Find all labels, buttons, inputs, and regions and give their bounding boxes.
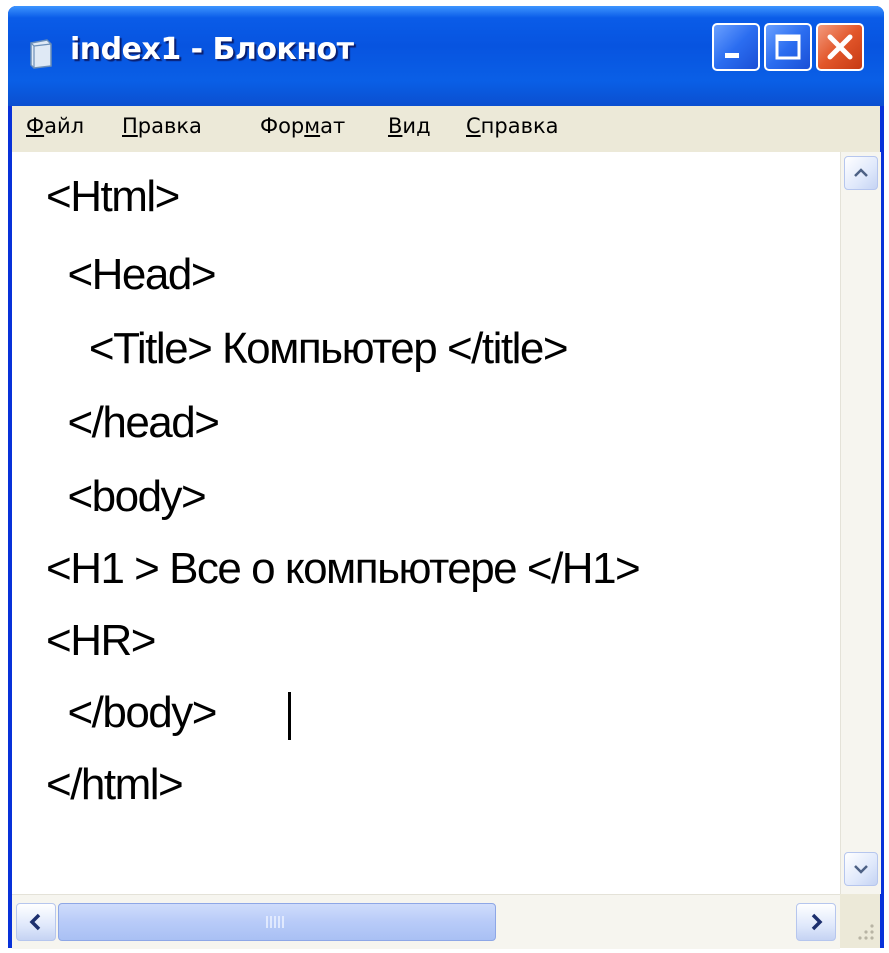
minimize-button[interactable] [712,23,760,71]
text-line: </html> [46,760,184,809]
menu-edit[interactable]: Правка [122,114,202,138]
menu-help-access-key: С [466,114,481,138]
resize-grip[interactable] [840,894,880,948]
scroll-up-button[interactable] [844,156,878,190]
maximize-button[interactable] [764,23,812,71]
text-line: </head> [46,398,220,447]
chevron-left-icon [29,913,41,931]
text-line: </body> [46,688,217,737]
close-button[interactable] [816,23,864,71]
title-bar[interactable]: index1 - Блокнот [8,6,884,106]
menu-file[interactable]: Файл [26,114,84,138]
menu-edit-access-key: П [122,114,138,138]
notepad-window: index1 - Блокнот Файл Правка Формат Вид … [8,6,884,949]
notepad-icon [30,39,52,69]
menu-format-label-end: ат [320,114,346,138]
vertical-scrollbar[interactable] [840,152,881,894]
scroll-left-button[interactable] [16,903,56,941]
menu-view-access-key: В [388,114,403,138]
maximize-icon [775,34,801,60]
menu-format[interactable]: Формат [260,114,345,138]
text-line: <Head> [46,250,216,299]
close-icon [827,34,853,60]
minimize-icon [725,53,739,58]
menu-bar: Файл Правка Формат Вид Справка [12,106,880,153]
horizontal-scrollbar[interactable] [12,894,840,949]
chevron-right-icon [811,913,823,931]
window-title: index1 - Блокнот [70,32,354,67]
scroll-down-button[interactable] [844,852,878,886]
text-line: <HR> [46,616,156,665]
menu-view-label: ид [402,114,431,138]
menu-file-access-key: Ф [26,114,45,138]
text-line: <Title> Компьютер </title> [46,324,569,373]
menu-help-label: правка [480,114,559,138]
editor: <Html> <Head> <Title> Компьютер </title>… [12,152,881,949]
menu-file-label: айл [44,114,85,138]
horizontal-scroll-thumb[interactable] [58,903,496,941]
menu-view[interactable]: Вид [388,114,431,138]
menu-format-label-start: Фор [260,114,305,138]
text-caret [288,692,291,740]
chevron-up-icon [854,168,868,177]
menu-help[interactable]: Справка [466,114,559,138]
text-line: <Html> [46,172,180,221]
text-line: <body> [46,472,206,521]
resize-grip-icon [858,924,874,940]
text-area[interactable]: <Html> <Head> <Title> Компьютер </title>… [12,152,840,894]
chevron-down-icon [854,865,868,874]
grip-icon [266,916,284,928]
menu-format-access-key: м [304,114,321,138]
text-line: <H1 > Все о компьютере </H1> [46,544,641,593]
menu-edit-label: равка [137,114,202,138]
scroll-right-button[interactable] [796,903,836,941]
